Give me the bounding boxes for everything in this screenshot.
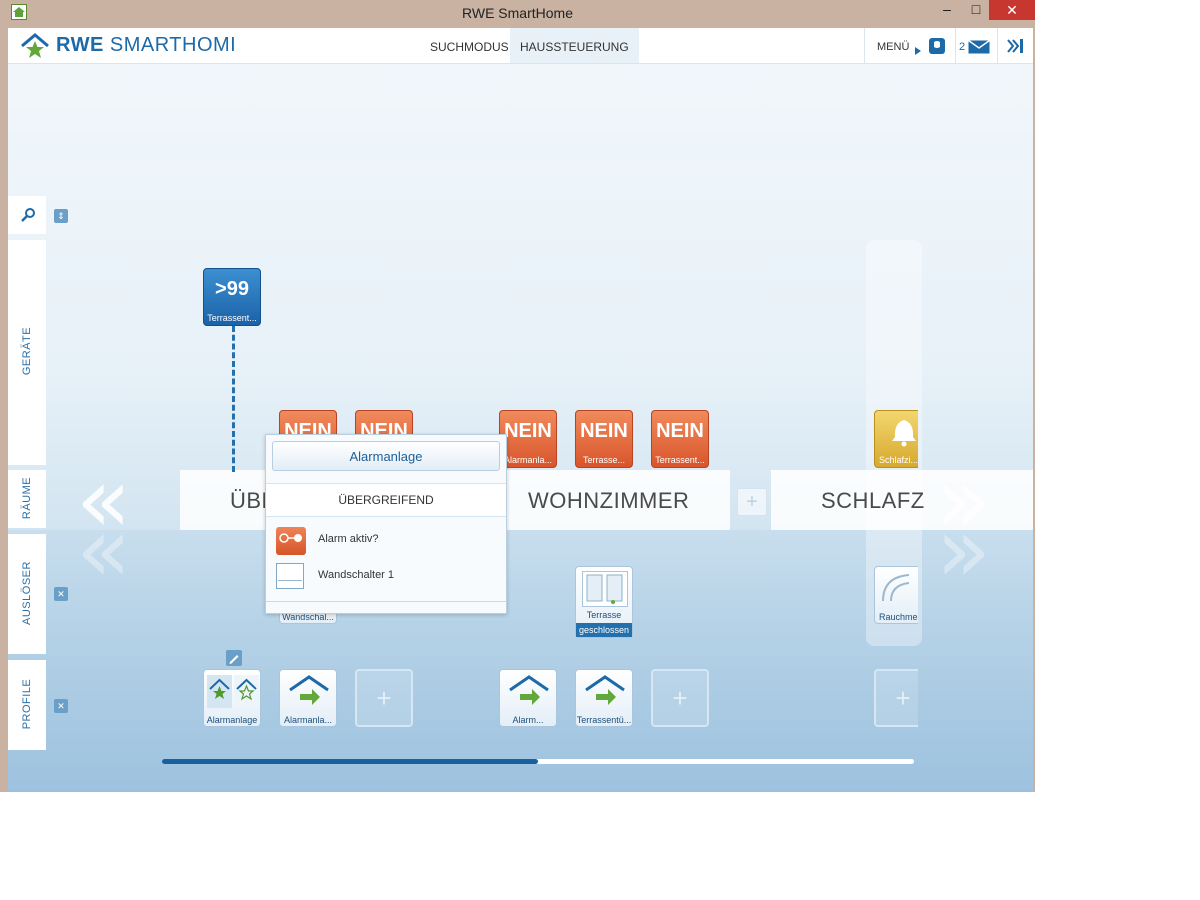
counter-tile[interactable]: >99 Terrassent... — [203, 268, 261, 326]
add-profile-button[interactable]: + — [651, 669, 709, 727]
door-window-icon — [582, 571, 628, 607]
header-right-panel: MENÜ 2 — [864, 28, 1033, 63]
rail-label-profile: PROFILE — [21, 678, 33, 730]
trigger-tile-terrasse[interactable]: Terrasse geschlossen — [575, 566, 633, 638]
state-tile-terrassentuer[interactable]: NEIN Terrassent... — [651, 410, 709, 468]
profile-tile-alarmanlage[interactable]: Alarmanlage — [203, 669, 261, 727]
popup-row-label: Alarm aktiv? — [318, 533, 379, 545]
window-title: RWE SmartHome — [462, 5, 573, 21]
add-room-button[interactable]: + — [737, 488, 767, 516]
popup-row-wandschalter[interactable]: Wandschalter 1 — [276, 561, 496, 589]
add-profile-clip: + — [874, 669, 918, 727]
maximize-button[interactable]: □ — [959, 0, 993, 20]
profile-tile-alarm[interactable]: Alarm... — [499, 669, 557, 727]
room-name-schlafzimmer[interactable]: SCHLAFZ — [821, 488, 925, 514]
add-profile-button[interactable]: + — [874, 669, 918, 727]
collapse-ausloeser-icon[interactable]: ✕ — [54, 587, 68, 601]
alarm-switch-icon — [276, 527, 306, 555]
popup-room: ÜBERGREIFEND — [266, 483, 506, 517]
header-divider — [997, 28, 998, 63]
popup-title[interactable]: Alarmanlage — [272, 441, 500, 471]
counter-value: >99 — [215, 278, 249, 300]
header-divider — [955, 28, 956, 63]
add-profile-button[interactable]: + — [355, 669, 413, 727]
logo-bold: RWE — [56, 34, 104, 56]
rail-ausloeser[interactable]: AUSLÖSER — [8, 534, 46, 654]
horizontal-scrollbar-thumb[interactable] — [162, 759, 538, 764]
profile-label: Alarmanla... — [283, 715, 333, 725]
app-header: RWE SMARTHOMI SUCHMODUS HAUSSTEUERUNG ME… — [8, 28, 1033, 64]
trigger-tile-rauchmelder[interactable]: Rauchmel... — [874, 566, 918, 624]
message-count: 2 — [959, 41, 966, 53]
rail-geraete[interactable]: GERÄTE — [8, 240, 46, 465]
state-label: Terrassent... — [655, 455, 705, 465]
close-button[interactable]: ✕ — [989, 0, 1035, 20]
state-tile-terrasse[interactable]: NEIN Terrasse... — [575, 410, 633, 468]
menu-arrow-icon — [915, 42, 921, 60]
state-label: Alarmanla... — [503, 455, 553, 465]
state-label: Terrasse... — [582, 455, 625, 465]
tab-suchmodus[interactable]: SUCHMODUS — [420, 28, 519, 63]
house-arrow-icon — [584, 674, 626, 715]
popup-row-label: Wandschalter 1 — [318, 569, 395, 581]
popup-divider — [266, 601, 506, 602]
logo-text: RWE SMARTHOMI — [56, 34, 236, 57]
trigger-label: Rauchmel... — [879, 612, 918, 622]
counter-label: Terrassent... — [207, 313, 257, 323]
scroll-right-chevron-shadow: » — [936, 498, 992, 603]
rail-label-geraete: GERÄTE — [21, 326, 33, 376]
menu-button[interactable]: MENÜ — [877, 28, 909, 66]
edit-pencil-icon[interactable] — [226, 650, 242, 666]
bell-tile-clip: Schlafzi... — [874, 410, 918, 468]
state-tile-alarmanlage[interactable]: NEIN Alarmanla... — [499, 410, 557, 468]
horizontal-scrollbar-track[interactable] — [162, 759, 914, 764]
support-icon[interactable] — [929, 38, 945, 54]
tab-haussteuerung[interactable]: HAUSSTEUERUNG — [510, 28, 639, 63]
rail-label-ausloeser: AUSLÖSER — [21, 561, 33, 625]
search-icon — [20, 207, 36, 228]
trigger-label-line2: geschlossen — [576, 623, 632, 637]
profile-popup: Alarmanlage ÜBERGREIFEND Alarm aktiv? Wa… — [265, 434, 507, 614]
profile-label: Terrassentü... — [576, 715, 632, 725]
window-titlebar: RWE SmartHome – □ ✕ — [0, 0, 1035, 26]
logout-icon[interactable] — [1007, 37, 1025, 60]
trigger-label-line1: Terrasse — [586, 610, 622, 620]
star-house-icon — [207, 675, 259, 714]
profile-label: Alarm... — [512, 715, 544, 725]
scroll-updown-icon[interactable]: ⇕ — [54, 209, 68, 223]
house-arrow-icon — [508, 674, 550, 715]
smoke-detector-icon — [879, 571, 918, 614]
room-name-wohnzimmer[interactable]: WOHNZIMMER — [528, 488, 689, 514]
connector-line — [232, 326, 235, 472]
wall-switch-icon — [276, 563, 304, 589]
logo-rest: SMARTHOMI — [109, 34, 237, 56]
rail-profile[interactable]: PROFILE — [8, 660, 46, 750]
state-value: NEIN — [656, 420, 704, 442]
logo-house-icon — [20, 32, 50, 60]
app-area: RWE SMARTHOMI SUCHMODUS HAUSSTEUERUNG ME… — [8, 28, 1033, 791]
profile-tile-terrassentuer[interactable]: Terrassentü... — [575, 669, 633, 727]
rauchmelder-tile-clip: Rauchmel... — [874, 566, 918, 624]
popup-row-alarm[interactable]: Alarm aktiv? — [276, 525, 496, 555]
profile-tile-alarmanlage-2[interactable]: Alarmanla... — [279, 669, 337, 727]
rail-label-raeume: RÄUME — [21, 476, 33, 520]
collapse-profile-icon[interactable]: ✕ — [54, 699, 68, 713]
rail-raeume[interactable]: RÄUME — [8, 470, 46, 528]
bell-icon — [889, 417, 918, 452]
mail-icon[interactable] — [968, 39, 990, 59]
state-value: NEIN — [580, 420, 628, 442]
house-arrow-icon — [288, 674, 330, 715]
search-rail-button[interactable] — [8, 196, 46, 234]
profile-label: Alarmanlage — [206, 715, 258, 725]
bell-tile[interactable]: Schlafzi... — [874, 410, 918, 468]
state-value: NEIN — [504, 420, 552, 442]
scroll-left-chevron-shadow: « — [76, 498, 132, 603]
bell-label: Schlafzi... — [879, 455, 918, 465]
